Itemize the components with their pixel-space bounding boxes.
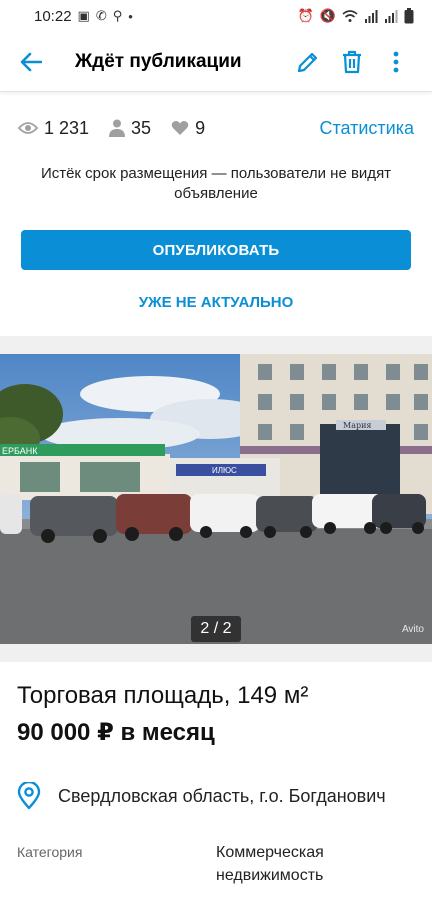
delete-button[interactable]	[330, 40, 374, 84]
status-right: ⏰ 🔇	[298, 8, 414, 24]
contacts-count: 35	[131, 117, 152, 138]
publish-button[interactable]: ОПУБЛИКОВАТЬ	[21, 230, 411, 270]
app-bar: Ждёт публикации	[0, 32, 432, 92]
battery-icon	[404, 8, 414, 24]
listing-photo: Мария ЕРБАНК ИЛЮС	[0, 354, 432, 644]
params-list: Категория Коммерческая недвижимость	[0, 841, 432, 887]
status-bar: 10:22 ▣ ✆ ⚲ • ⏰ 🔇	[0, 0, 432, 32]
bank-sign: ЕРБАНК	[2, 446, 38, 456]
arrow-left-icon	[20, 52, 42, 71]
viber-icon: ✆	[95, 8, 107, 23]
eye-icon	[18, 122, 38, 134]
pencil-icon	[297, 52, 318, 72]
gallery-icon: ▣	[77, 8, 90, 23]
trash-icon	[343, 50, 361, 73]
signal-icon	[385, 10, 398, 23]
location-pin-icon	[17, 782, 41, 810]
favorites-count: 9	[195, 117, 206, 138]
param-value-line: Коммерческая	[216, 844, 324, 861]
expired-notice: Истёк срок размещения — пользователи не …	[40, 165, 392, 202]
status-left: 10:22 ▣ ✆ ⚲ •	[34, 8, 133, 25]
favorites-stat: 9	[171, 118, 205, 139]
photo-gallery[interactable]: Мария ЕРБАНК ИЛЮС 2 / 2 Avito	[0, 354, 432, 644]
wifi-icon	[342, 10, 358, 22]
photo-counter: 2 / 2	[191, 616, 241, 642]
page-title: Ждёт публикации	[75, 50, 242, 72]
section-divider	[0, 336, 432, 354]
stats-row: 1 231 35 9 Статистика	[0, 92, 432, 164]
listing-price: 90 000 ₽ в месяц	[17, 719, 215, 746]
back-button[interactable]	[18, 49, 44, 75]
dot-icon: •	[128, 8, 133, 24]
listing-title: Торговая площадь, 149 м²	[17, 682, 309, 709]
more-menu-button[interactable]	[374, 40, 418, 84]
location-row[interactable]: Свердловская область, г.о. Богданович	[17, 781, 432, 811]
shop-sign: ИЛЮС	[212, 466, 237, 475]
param-value: Коммерческая недвижимость	[216, 841, 324, 887]
statistics-link[interactable]: Статистика	[319, 118, 414, 139]
signal-icon	[365, 10, 378, 23]
heart-icon	[171, 121, 189, 135]
avito-watermark: Avito	[401, 624, 424, 635]
edit-button[interactable]	[286, 40, 330, 84]
location-text: Свердловская область, г.о. Богданович	[58, 785, 386, 806]
search-icon: ⚲	[112, 8, 123, 23]
more-vertical-icon	[393, 51, 399, 72]
param-label: Категория	[17, 844, 83, 860]
alarm-icon: ⏰	[297, 8, 314, 23]
mute-icon: 🔇	[319, 8, 336, 23]
person-icon	[109, 119, 126, 137]
param-value-line: недвижимость	[216, 867, 324, 884]
views-count: 1 231	[44, 117, 90, 138]
section-divider	[0, 644, 432, 662]
mall-sign: Мария	[343, 421, 371, 430]
contacts-stat: 35	[109, 118, 151, 139]
status-time: 10:22	[34, 7, 72, 25]
views-stat: 1 231	[18, 118, 89, 139]
not-actual-button[interactable]: УЖЕ НЕ АКТУАЛЬНО	[0, 294, 432, 330]
param-row: Категория Коммерческая недвижимость	[0, 841, 432, 887]
